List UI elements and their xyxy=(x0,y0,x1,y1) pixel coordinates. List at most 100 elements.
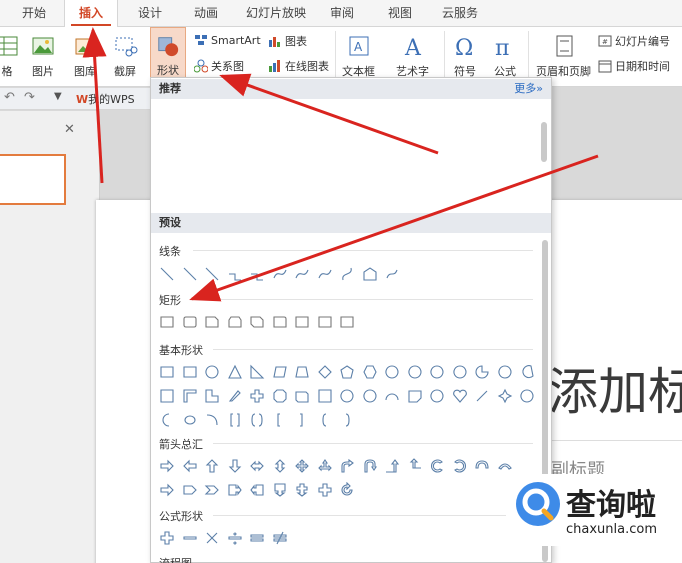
header-footer-button[interactable]: 页眉和页脚 xyxy=(536,27,591,79)
shape-option[interactable] xyxy=(249,388,265,404)
shape-option[interactable] xyxy=(272,530,288,546)
tab-design[interactable]: 设计 xyxy=(130,0,170,27)
shape-option[interactable] xyxy=(317,388,333,404)
shape-option[interactable] xyxy=(249,530,265,546)
shape-option[interactable] xyxy=(384,266,400,282)
shape-option[interactable] xyxy=(227,482,243,498)
shape-option[interactable] xyxy=(452,458,468,474)
shape-option[interactable] xyxy=(204,412,220,428)
shape-option[interactable] xyxy=(384,364,400,380)
shape-option[interactable] xyxy=(249,364,265,380)
shape-option[interactable] xyxy=(272,364,288,380)
shape-option[interactable] xyxy=(294,458,310,474)
recommend-scrollbar[interactable] xyxy=(541,122,547,162)
tab-home[interactable]: 开始 xyxy=(14,0,54,27)
shape-option[interactable] xyxy=(204,482,220,498)
shape-option[interactable] xyxy=(204,314,220,330)
shape-option[interactable] xyxy=(159,314,175,330)
shape-option[interactable] xyxy=(182,388,198,404)
shape-option[interactable] xyxy=(272,458,288,474)
tab-view[interactable]: 视图 xyxy=(380,0,420,27)
shape-option[interactable] xyxy=(317,314,333,330)
shape-option[interactable] xyxy=(384,388,400,404)
shape-option[interactable] xyxy=(407,364,423,380)
shape-option[interactable] xyxy=(362,388,378,404)
shape-option[interactable] xyxy=(227,266,243,282)
slide-thumbnail[interactable] xyxy=(0,154,66,205)
shape-option[interactable] xyxy=(272,482,288,498)
shape-option[interactable] xyxy=(227,364,243,380)
tab-slideshow[interactable]: 幻灯片放映 xyxy=(242,0,310,27)
picture-button[interactable]: 图片 xyxy=(30,27,56,79)
shape-option[interactable] xyxy=(227,412,243,428)
shape-option[interactable] xyxy=(317,458,333,474)
shape-option[interactable] xyxy=(339,266,355,282)
shape-option[interactable] xyxy=(159,266,175,282)
shape-option[interactable] xyxy=(429,364,445,380)
shape-option[interactable] xyxy=(249,458,265,474)
shape-option[interactable] xyxy=(227,530,243,546)
symbol-button[interactable]: Ω 符号 xyxy=(452,27,478,79)
formula-button[interactable]: π 公式 xyxy=(492,27,518,79)
shape-option[interactable] xyxy=(429,388,445,404)
shape-option[interactable] xyxy=(519,364,535,380)
shape-option[interactable] xyxy=(407,388,423,404)
shape-option[interactable] xyxy=(249,412,265,428)
shape-option[interactable] xyxy=(339,412,355,428)
slide-title-placeholder[interactable]: 添加标题 xyxy=(548,362,682,422)
shape-option[interactable] xyxy=(294,266,310,282)
shape-option[interactable] xyxy=(294,482,310,498)
textbox-button[interactable]: A 文本框 xyxy=(342,27,375,79)
shape-option[interactable] xyxy=(272,412,288,428)
shape-option[interactable] xyxy=(362,458,378,474)
shape-option[interactable] xyxy=(452,364,468,380)
tab-review[interactable]: 审阅 xyxy=(322,0,362,27)
shape-option[interactable] xyxy=(497,364,513,380)
shape-option[interactable] xyxy=(339,314,355,330)
tab-insert[interactable]: 插入 xyxy=(64,0,118,28)
shape-option[interactable] xyxy=(339,364,355,380)
shape-option[interactable] xyxy=(227,388,243,404)
slide-number-button[interactable]: # 幻灯片编号 xyxy=(598,33,670,49)
screenshot-button[interactable]: 截屏 xyxy=(112,27,138,79)
shape-option[interactable] xyxy=(294,314,310,330)
gallery-button[interactable]: 图库 xyxy=(72,27,98,79)
shape-option[interactable] xyxy=(497,388,513,404)
shape-option[interactable] xyxy=(249,482,265,498)
shape-option[interactable] xyxy=(429,458,445,474)
shape-option[interactable] xyxy=(294,364,310,380)
shape-option[interactable] xyxy=(159,482,175,498)
my-wps-link[interactable]: W我的WPS xyxy=(76,91,135,107)
shape-option[interactable] xyxy=(159,388,175,404)
shape-option[interactable] xyxy=(317,482,333,498)
shape-option[interactable] xyxy=(519,388,535,404)
shape-option[interactable] xyxy=(182,266,198,282)
chart-button[interactable]: 图表 xyxy=(268,33,307,49)
shape-option[interactable] xyxy=(204,458,220,474)
shape-option[interactable] xyxy=(204,530,220,546)
shape-option[interactable] xyxy=(272,388,288,404)
shape-option[interactable] xyxy=(182,314,198,330)
undo-icon[interactable]: ↶ xyxy=(4,90,15,105)
tab-animation[interactable]: 动画 xyxy=(186,0,226,27)
shape-option[interactable] xyxy=(227,458,243,474)
shape-option[interactable] xyxy=(452,388,468,404)
shape-option[interactable] xyxy=(204,266,220,282)
shape-option[interactable] xyxy=(339,482,355,498)
shape-option[interactable] xyxy=(497,458,513,474)
shape-option[interactable] xyxy=(339,458,355,474)
shape-option[interactable] xyxy=(294,388,310,404)
shape-option[interactable] xyxy=(317,266,333,282)
shape-option[interactable] xyxy=(272,314,288,330)
online-chart-button[interactable]: 在线图表 xyxy=(268,58,329,74)
redo-icon[interactable]: ↷ xyxy=(24,90,35,105)
tab-cloud[interactable]: 云服务 xyxy=(436,0,484,27)
shape-option[interactable] xyxy=(159,412,175,428)
shape-option[interactable] xyxy=(249,266,265,282)
shape-option[interactable] xyxy=(272,266,288,282)
shape-option[interactable] xyxy=(474,364,490,380)
shape-option[interactable] xyxy=(182,458,198,474)
chevron-down-icon[interactable]: ▼ xyxy=(54,91,62,102)
shape-option[interactable] xyxy=(362,364,378,380)
relation-chart-button[interactable]: 关系图 xyxy=(194,58,244,74)
